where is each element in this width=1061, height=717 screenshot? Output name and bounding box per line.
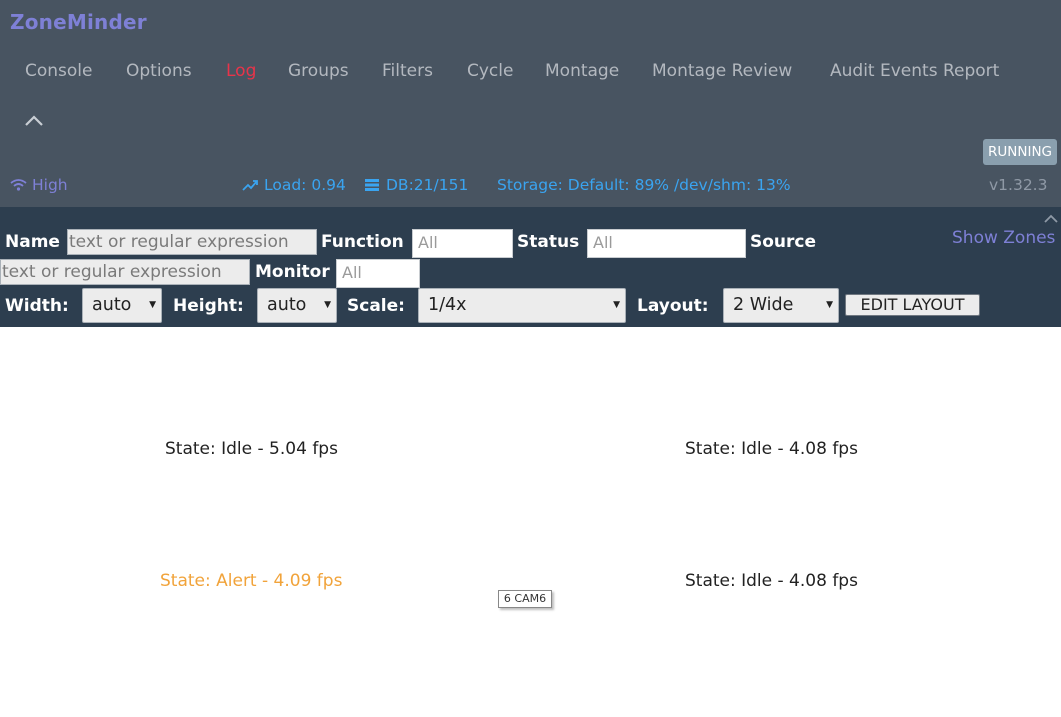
database-icon <box>365 179 379 191</box>
bandwidth-label: High <box>32 176 68 194</box>
dropdown-arrow-icon: ▼ <box>149 300 156 310</box>
monitor-state: State: Idle - 5.04 fps <box>165 439 338 459</box>
nav-filters[interactable]: Filters <box>382 61 433 81</box>
filter-bar: Name text or regular expression Function… <box>0 207 1061 327</box>
width-label: Width: <box>5 296 69 316</box>
function-filter-label: Function <box>321 232 404 252</box>
running-status-button[interactable]: RUNNING <box>983 139 1057 165</box>
width-select[interactable]: auto ▼ <box>82 288 162 323</box>
source-filter-label: Source <box>750 232 817 252</box>
edit-layout-button[interactable]: EDIT LAYOUT <box>845 294 980 316</box>
name-filter-input[interactable]: text or regular expression <box>67 229 317 255</box>
chevron-up-icon[interactable] <box>1043 212 1059 224</box>
layout-select[interactable]: 2 Wide ▼ <box>723 288 839 323</box>
db-label: DB:21/151 <box>386 176 469 194</box>
dropdown-arrow-icon: ▼ <box>613 300 620 310</box>
height-select[interactable]: auto ▼ <box>257 288 337 323</box>
scale-label: Scale: <box>347 296 405 316</box>
brand-title[interactable]: ZoneMinder <box>10 10 147 34</box>
monitor-filter-label: Monitor <box>255 262 330 282</box>
status-filter-select[interactable]: All <box>587 229 746 258</box>
status-bar: High Load: 0.94 DB:21/151 Storage: Defau… <box>0 176 1061 198</box>
nav-console[interactable]: Console <box>25 61 93 81</box>
nav-audit-events-report[interactable]: Audit Events Report <box>830 61 999 81</box>
monitor-tooltip: 6 CAM6 <box>498 590 552 608</box>
trending-up-icon <box>242 180 258 191</box>
height-value: auto <box>267 295 307 315</box>
monitor-filter-select[interactable]: All <box>336 259 420 288</box>
name-filter-label: Name <box>5 232 60 252</box>
nav-options[interactable]: Options <box>126 61 192 81</box>
nav-montage-review[interactable]: Montage Review <box>652 61 792 81</box>
nav-log[interactable]: Log <box>226 61 256 81</box>
version-label: v1.32.3 <box>989 176 1048 194</box>
layout-value: 2 Wide <box>733 295 794 315</box>
dropdown-arrow-icon: ▼ <box>324 300 331 310</box>
monitor-state: State: Idle - 4.08 fps <box>685 571 858 591</box>
dropdown-arrow-icon: ▼ <box>826 300 833 310</box>
header: ZoneMinder Console Options Log Groups Fi… <box>0 0 1061 207</box>
db-indicator: DB:21/151 <box>364 176 468 194</box>
show-zones-link[interactable]: Show Zones <box>952 228 1055 248</box>
layout-label: Layout: <box>637 296 709 316</box>
load-indicator: Load: 0.94 <box>242 176 346 194</box>
monitor-state-alert: State: Alert - 4.09 fps <box>160 571 343 591</box>
bandwidth-link[interactable]: High <box>10 176 68 194</box>
scale-value: 1/4x <box>428 295 467 315</box>
source-filter-input[interactable]: text or regular expression <box>0 259 250 285</box>
nav-groups[interactable]: Groups <box>288 61 349 81</box>
scale-select[interactable]: 1/4x ▼ <box>418 288 626 323</box>
wifi-icon <box>10 179 27 191</box>
width-value: auto <box>92 295 132 315</box>
nav-cycle[interactable]: Cycle <box>467 61 513 81</box>
monitor-state: State: Idle - 4.08 fps <box>685 439 858 459</box>
load-label: Load: 0.94 <box>264 176 346 194</box>
status-filter-label: Status <box>517 232 580 252</box>
storage-label: Storage: Default: 89% /dev/shm: 13% <box>497 176 791 194</box>
chevron-up-icon[interactable] <box>24 112 44 128</box>
height-label: Height: <box>173 296 244 316</box>
function-filter-select[interactable]: All <box>412 229 513 258</box>
nav-montage[interactable]: Montage <box>545 61 619 81</box>
